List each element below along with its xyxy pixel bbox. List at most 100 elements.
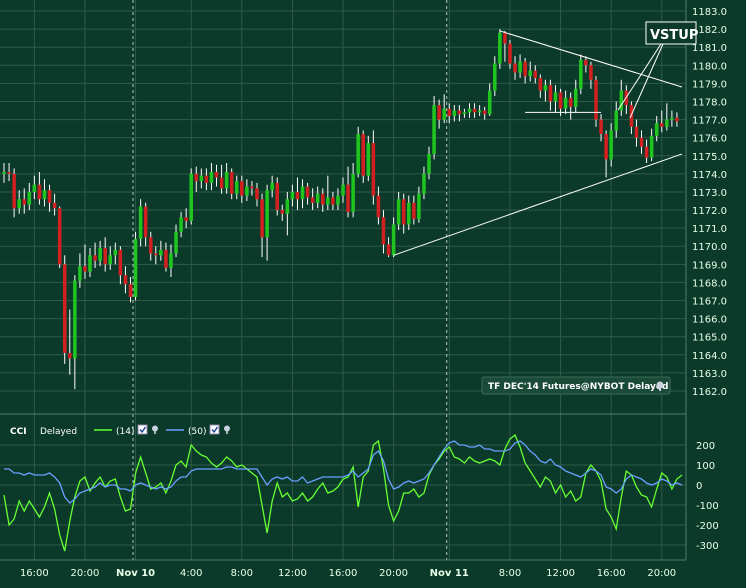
candle-body	[639, 137, 644, 147]
candle	[356, 126, 360, 178]
candle-body	[189, 173, 193, 221]
price-tick-label: 1162.0	[692, 387, 727, 398]
candle-body	[654, 123, 659, 136]
candle-body	[665, 119, 669, 127]
candle-body	[336, 195, 340, 205]
time-tick-label: 12:00	[278, 568, 307, 579]
price-tick-label: 1178.0	[692, 97, 727, 108]
cci14-checkbox-icon[interactable]	[137, 424, 148, 435]
candle-body	[503, 32, 507, 44]
candle-body	[7, 172, 11, 174]
candle	[498, 29, 502, 69]
candle-body	[498, 32, 502, 64]
candle-body	[437, 105, 441, 120]
price-tick-label: 1183.0	[692, 7, 727, 18]
candle-body	[396, 199, 401, 225]
candle-body	[240, 181, 244, 196]
candle-body	[62, 264, 67, 353]
time-tick-label: 20:00	[71, 568, 100, 579]
candle-body	[234, 181, 239, 194]
time-tick-label: Nov 10	[116, 568, 155, 579]
candle-body	[568, 97, 573, 107]
candle-body	[98, 248, 102, 261]
candle-body	[245, 186, 249, 196]
candle-body	[128, 284, 133, 297]
candle-body	[295, 191, 300, 200]
candle-body	[113, 249, 118, 256]
candle-body	[614, 110, 618, 131]
candle-body	[260, 199, 264, 238]
candle-body	[250, 186, 254, 189]
candle-body	[573, 88, 578, 107]
candle-body	[634, 126, 639, 138]
candle-body	[22, 199, 27, 205]
candle-body	[164, 249, 168, 268]
candle-body	[73, 280, 77, 359]
candle-body	[118, 249, 123, 276]
cci-tick-label: 100	[696, 461, 715, 472]
candle-body	[401, 199, 406, 225]
candle-body	[255, 188, 259, 200]
candle-body	[17, 199, 21, 209]
candle-body	[604, 134, 608, 160]
time-tick-label: 20:00	[647, 568, 676, 579]
candle-body	[457, 110, 462, 115]
price-tick-label: 1169.0	[692, 260, 727, 271]
time-tick-label: 16:00	[597, 568, 626, 579]
candle-body	[675, 117, 679, 122]
candle-body	[78, 266, 82, 281]
cci-tick-label: 200	[696, 441, 715, 452]
candle-body	[513, 63, 517, 73]
candle	[361, 130, 366, 183]
price-tick-label: 1175.0	[692, 152, 727, 163]
candle-body	[644, 146, 649, 158]
time-tick-label: 4:00	[180, 568, 202, 579]
candle-body	[371, 143, 376, 196]
candle-body	[659, 123, 664, 127]
price-tick-label: 1181.0	[692, 43, 727, 54]
candle-body	[42, 190, 47, 200]
price-tick-label: 1180.0	[692, 61, 727, 72]
price-tick-label: 1177.0	[692, 116, 727, 127]
candle-body	[310, 197, 315, 203]
time-tick-label: 8:00	[499, 568, 521, 579]
time-tick-label: 16:00	[329, 568, 358, 579]
candle-body	[47, 190, 52, 203]
candle-body	[579, 59, 583, 89]
candle-body	[83, 266, 87, 272]
candle-body	[315, 193, 320, 203]
price-tick-label: 1164.0	[692, 351, 727, 362]
candle	[133, 231, 138, 301]
candle-body	[143, 206, 148, 238]
instrument-badge[interactable]: TF DEC'14 Futures@NYBOT Delayed	[481, 376, 671, 395]
instrument-badge-label: TF DEC'14 Futures@NYBOT Delayed	[488, 382, 668, 392]
candle-body	[422, 173, 426, 194]
candle-body	[219, 177, 224, 189]
candle-body	[432, 105, 436, 154]
price-tick-label: 1174.0	[692, 170, 727, 181]
candle-body	[533, 70, 538, 78]
candle-body	[351, 173, 355, 212]
candle	[594, 76, 598, 127]
candle-body	[417, 193, 421, 220]
candle-body	[412, 202, 416, 220]
candle-body	[467, 108, 472, 113]
candle-body	[670, 117, 674, 120]
price-tick-label: 1173.0	[692, 188, 727, 199]
candle-body	[376, 195, 381, 218]
candle-body	[159, 249, 163, 256]
price-tick-label: 1168.0	[692, 278, 727, 289]
chart-stage: 1162.0 1163.0 1164.0 1165.0 1166.0 1167.0 1168…	[0, 0, 746, 584]
price-tick-label: 1179.0	[692, 79, 727, 90]
candle-body	[482, 110, 487, 115]
candle-body	[123, 275, 128, 285]
candle-body	[386, 244, 391, 256]
cci-tick-label: 0	[696, 481, 702, 492]
candle-body	[300, 186, 305, 200]
candle-body	[361, 134, 366, 176]
candle-body	[37, 184, 42, 200]
candle-body	[103, 248, 107, 265]
cci50-checkbox-icon[interactable]	[209, 424, 220, 435]
candle-body	[133, 239, 138, 297]
candle-body	[32, 184, 37, 192]
